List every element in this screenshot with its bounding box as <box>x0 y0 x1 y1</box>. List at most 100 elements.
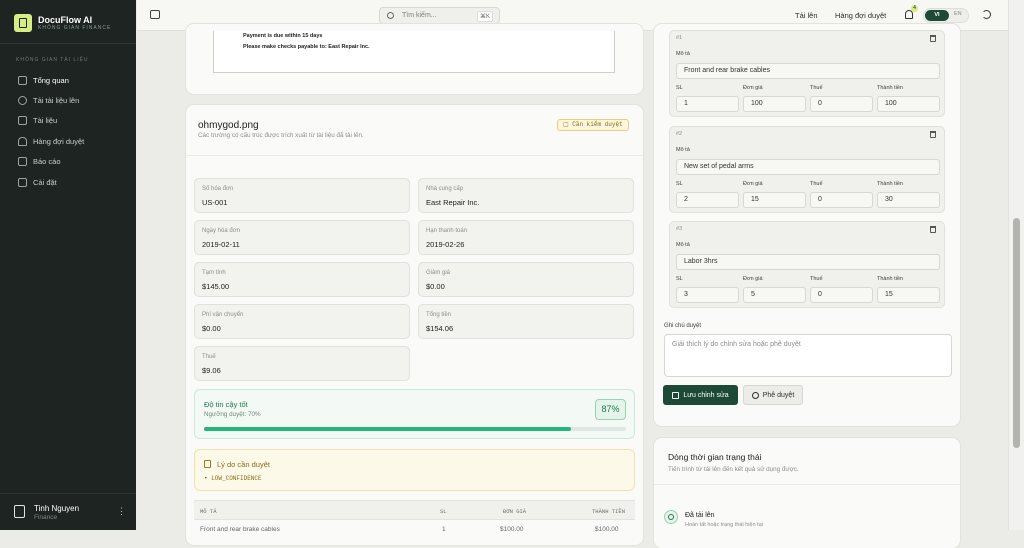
sidebar-item-settings[interactable]: Cài đặt <box>12 172 126 192</box>
qty-input[interactable]: 3 <box>676 287 739 303</box>
save-label: Lưu chỉnh sửa <box>683 391 729 399</box>
sidebar-item-label: Tải tài liệu lên <box>33 96 80 106</box>
user-role: Finance <box>34 514 58 521</box>
line-item-card: #3 Mô tả Labor 3hrs SL Đơn giá Thuế Thàn… <box>669 221 945 308</box>
save-button[interactable]: Lưu chỉnh sửa <box>663 385 738 405</box>
total-input[interactable]: 15 <box>877 287 940 303</box>
tax-label: Thuế <box>810 181 823 187</box>
search-input[interactable]: Tìm kiếm... <box>402 12 437 19</box>
field-value: $9.06 <box>202 366 221 375</box>
qty-input[interactable]: 1 <box>676 96 739 112</box>
desc-input[interactable]: Front and rear brake cables <box>676 63 940 79</box>
desc-label: Mô tả <box>676 51 690 57</box>
sidebar-item-reports[interactable]: Báo cáo <box>12 152 126 172</box>
field-value: East Repair Inc. <box>426 198 480 207</box>
field-label: Thuế <box>202 354 216 360</box>
file-icon <box>18 116 27 126</box>
cloud-upload-icon <box>18 96 27 106</box>
sidebar-toggle-icon[interactable] <box>150 10 160 19</box>
field-value: $0.00 <box>426 282 445 291</box>
lang-en-option[interactable]: EN <box>954 11 962 17</box>
price-input[interactable]: 15 <box>743 192 806 208</box>
sidebar-item-overview[interactable]: Tổng quan <box>12 70 126 90</box>
price-input[interactable]: 100 <box>743 96 806 112</box>
trash-icon[interactable] <box>930 131 936 138</box>
line-item-card: #2 Mô tả New set of pedal arms SL Đơn gi… <box>669 126 945 213</box>
language-toggle[interactable]: VI EN <box>923 8 969 23</box>
confidence-title: Độ tin cậy tốt <box>204 400 248 409</box>
user-panel[interactable]: Tinh Nguyen Finance ⋮ <box>0 493 136 530</box>
review-reason-title: Lý do cần duyệt <box>217 460 270 469</box>
line-item-card: #1 Mô tả Front and rear brake cables SL … <box>669 30 945 117</box>
sliders-icon <box>18 177 27 187</box>
sidebar: DocuFlow AI KHÔNG GIAN FINANCE KHÔNG GIA… <box>0 0 136 530</box>
sidebar-item-label: Báo cáo <box>33 157 61 167</box>
sidebar-item-review-queue[interactable]: Hàng đợi duyệt <box>12 131 126 151</box>
confidence-panel: Độ tin cậy tốt Ngưỡng duyệt: 70% 87% <box>194 389 635 439</box>
field-subtotal[interactable]: Tạm tính $145.00 <box>194 262 410 297</box>
qty-label: SL <box>676 181 683 187</box>
trash-icon[interactable] <box>930 35 936 42</box>
field-due-date[interactable]: Hạn thanh toán 2019-02-26 <box>418 220 634 255</box>
document-subtitle: Các trường có cấu trúc được trích xuất t… <box>198 132 364 139</box>
review-reason-item: • LOW_CONFIDENCE <box>204 475 262 482</box>
total-input[interactable]: 100 <box>877 96 940 112</box>
tax-label: Thuế <box>810 276 823 282</box>
total-input[interactable]: 30 <box>877 192 940 208</box>
invoice-line: Please make checks payable to: East Repa… <box>243 44 370 50</box>
desc-input[interactable]: New set of pedal arms <box>676 159 940 175</box>
approve-button[interactable]: Phê duyệt <box>743 385 803 405</box>
field-label: Giảm giá <box>426 270 451 276</box>
field-label: Phí vận chuyển <box>202 312 244 318</box>
review-note-textarea[interactable]: Giải thích lý do chỉnh sửa hoặc phê duyệ… <box>664 334 952 377</box>
qty-input[interactable]: 2 <box>676 192 739 208</box>
sidebar-divider <box>0 43 136 44</box>
dark-mode-icon[interactable] <box>982 10 991 19</box>
lang-vi-option[interactable]: VI <box>925 10 949 21</box>
field-shipping[interactable]: Phí vận chuyển $0.00 <box>194 304 410 339</box>
field-value: US-001 <box>202 198 228 207</box>
tax-input[interactable]: 0 <box>810 96 873 112</box>
upload-link[interactable]: Tải lên <box>795 11 818 20</box>
field-invoice-number[interactable]: Số hóa đơn US-001 <box>194 178 410 213</box>
desc-input[interactable]: Labor 3hrs <box>676 254 940 270</box>
price-input[interactable]: 5 <box>743 287 806 303</box>
sidebar-item-documents[interactable]: Tài liệu <box>12 111 126 131</box>
save-icon <box>672 391 680 399</box>
reason-code: LOW_CONFIDENCE <box>211 475 262 482</box>
field-total[interactable]: Tổng tiền $154.06 <box>418 304 634 339</box>
trash-icon[interactable] <box>930 226 936 233</box>
chart-icon <box>18 157 27 167</box>
col-unit-price: ĐƠN GIÁ <box>503 508 527 515</box>
search-box[interactable]: Tìm kiếm... ⌘K <box>379 7 500 24</box>
field-label: Tạm tính <box>202 270 226 276</box>
field-label: Ngày hóa đơn <box>202 228 240 234</box>
timeline-subtitle: Tiến trình từ tải lên đến kết quả sử dụn… <box>668 466 799 473</box>
sidebar-item-upload[interactable]: Tải tài liệu lên <box>12 90 126 110</box>
needs-review-badge: ▢ Cần kiểm duyệt <box>557 119 629 131</box>
field-tax[interactable]: Thuế $9.06 <box>194 346 410 381</box>
confidence-progress-bar <box>204 427 626 431</box>
field-discount[interactable]: Giảm giá $0.00 <box>418 262 634 297</box>
total-label: Thành tiền <box>877 276 903 282</box>
page-scrollbar[interactable] <box>1008 0 1024 530</box>
app-logo[interactable]: DocuFlow AI KHÔNG GIAN FINANCE <box>14 14 111 32</box>
shortcut-hint: ⌘K <box>476 11 493 22</box>
field-invoice-date[interactable]: Ngày hóa đơn 2019-02-11 <box>194 220 410 255</box>
tax-input[interactable]: 0 <box>810 287 873 303</box>
user-name: Tinh Nguyen <box>34 504 80 513</box>
field-label: Hạn thanh toán <box>426 228 468 234</box>
field-label: Tổng tiền <box>426 312 452 318</box>
tax-input[interactable]: 0 <box>810 192 873 208</box>
more-vertical-icon[interactable]: ⋮ <box>117 506 126 517</box>
total-label: Thành tiền <box>877 85 903 91</box>
line-item-number: #3 <box>676 226 683 232</box>
review-queue-link[interactable]: Hàng đợi duyệt <box>835 11 886 20</box>
field-vendor[interactable]: Nhà cung cấp East Repair Inc. <box>418 178 634 213</box>
confidence-progress-fill <box>204 427 572 431</box>
field-label: Nhà cung cấp <box>426 186 464 192</box>
price-label: Đơn giá <box>743 85 763 91</box>
scrollbar-thumb[interactable] <box>1013 218 1020 448</box>
col-qty: SL <box>440 508 447 515</box>
review-note-placeholder: Giải thích lý do chỉnh sửa hoặc phê duyệ… <box>672 341 801 348</box>
